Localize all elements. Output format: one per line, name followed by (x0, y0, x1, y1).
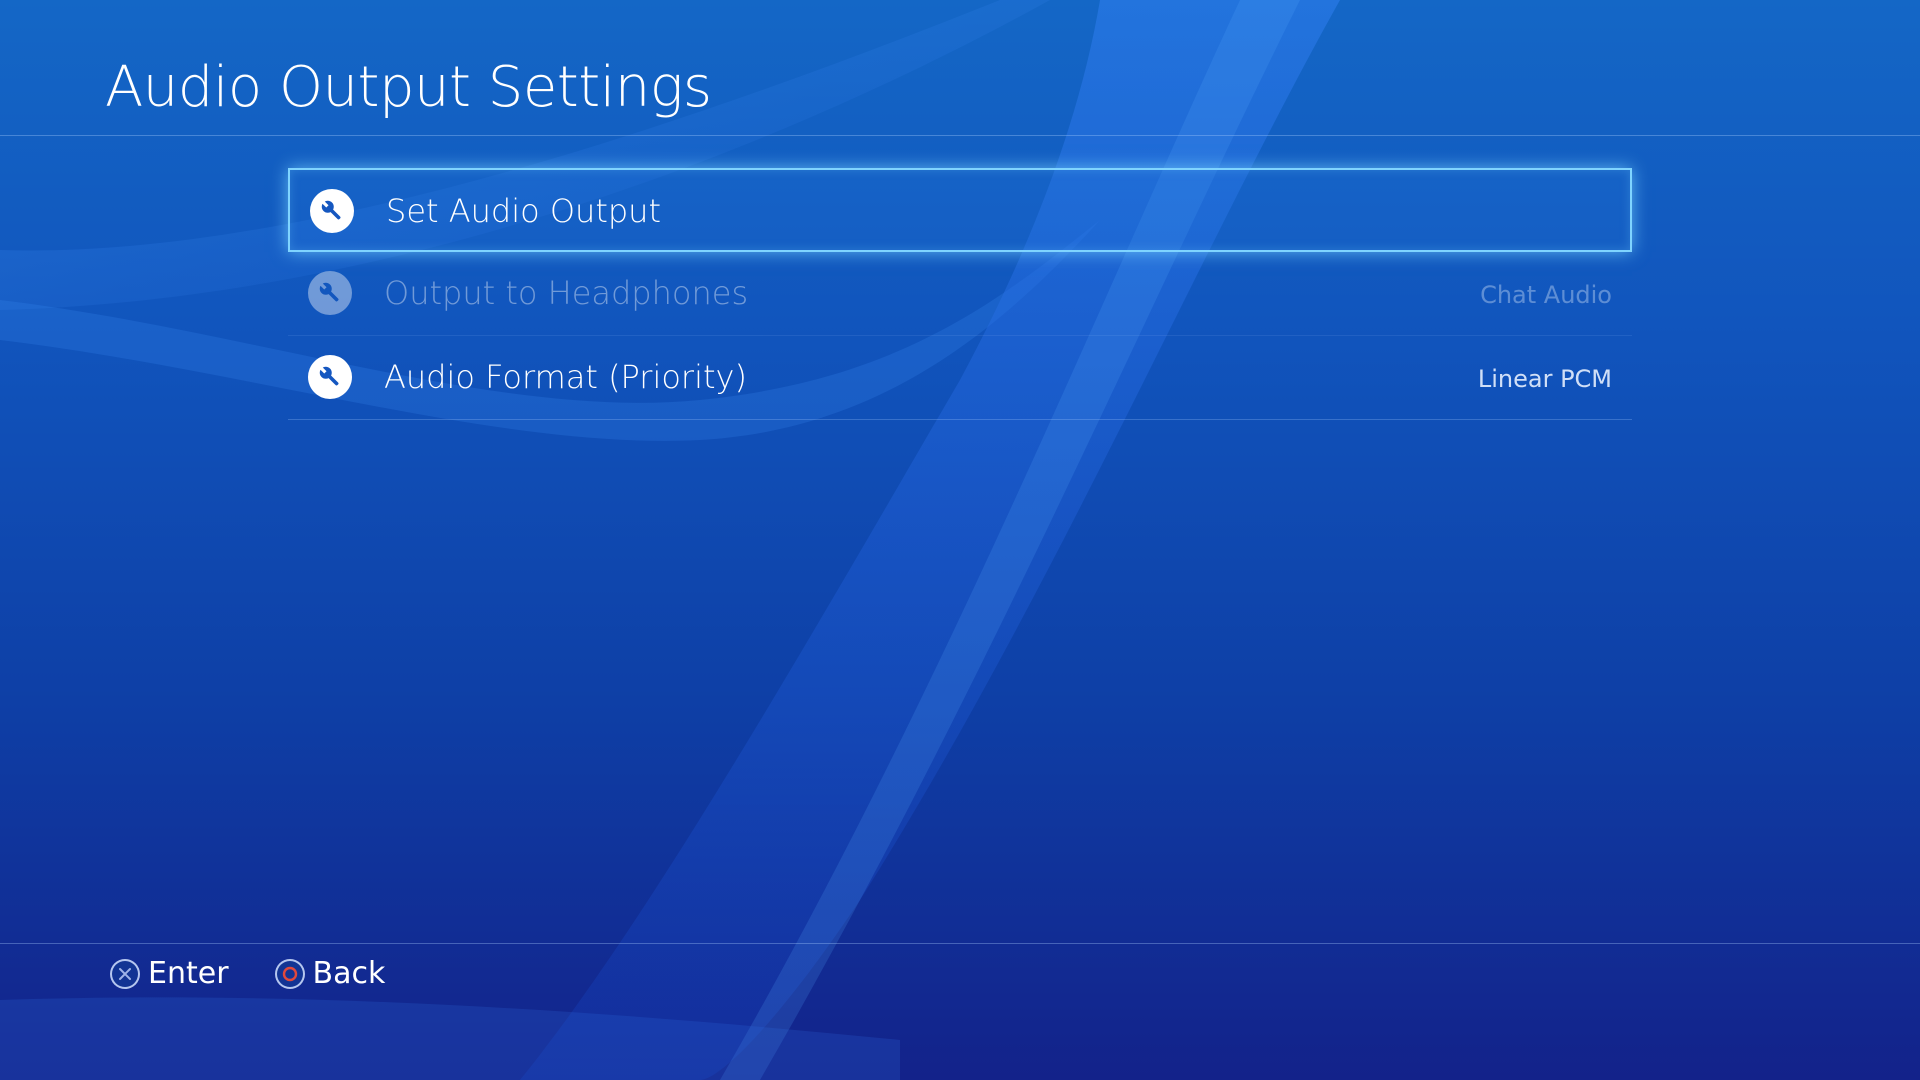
wrench-icon (310, 189, 354, 233)
wrench-icon (308, 355, 352, 399)
wrench-icon (308, 271, 352, 315)
menu-item-label: Output to Headphones (384, 274, 749, 312)
background-waves (0, 0, 1340, 1080)
footer-divider (0, 943, 1920, 944)
enter-label: Enter (148, 956, 229, 991)
button-hints: Enter Back (110, 953, 431, 995)
menu-item-label: Set Audio Output (386, 192, 661, 230)
page-title: Audio Output Settings (105, 55, 712, 120)
circle-button-icon (274, 959, 305, 989)
settings-menu: Set Audio Output Output to Headphones Ch… (288, 168, 1632, 420)
menu-item-set-audio-output[interactable]: Set Audio Output (288, 168, 1632, 252)
back-hint[interactable]: Back (274, 954, 386, 994)
menu-item-value: Chat Audio (1480, 281, 1612, 309)
menu-item-output-to-headphones[interactable]: Output to Headphones Chat Audio (288, 252, 1632, 336)
menu-item-audio-format-priority[interactable]: Audio Format (Priority) Linear PCM (288, 336, 1632, 420)
menu-item-value: Linear PCM (1477, 365, 1612, 393)
back-label: Back (312, 956, 386, 991)
enter-hint[interactable]: Enter (110, 954, 229, 994)
header-divider (0, 135, 1920, 136)
menu-item-label: Audio Format (Priority) (384, 358, 747, 396)
cross-button-icon (110, 959, 140, 989)
